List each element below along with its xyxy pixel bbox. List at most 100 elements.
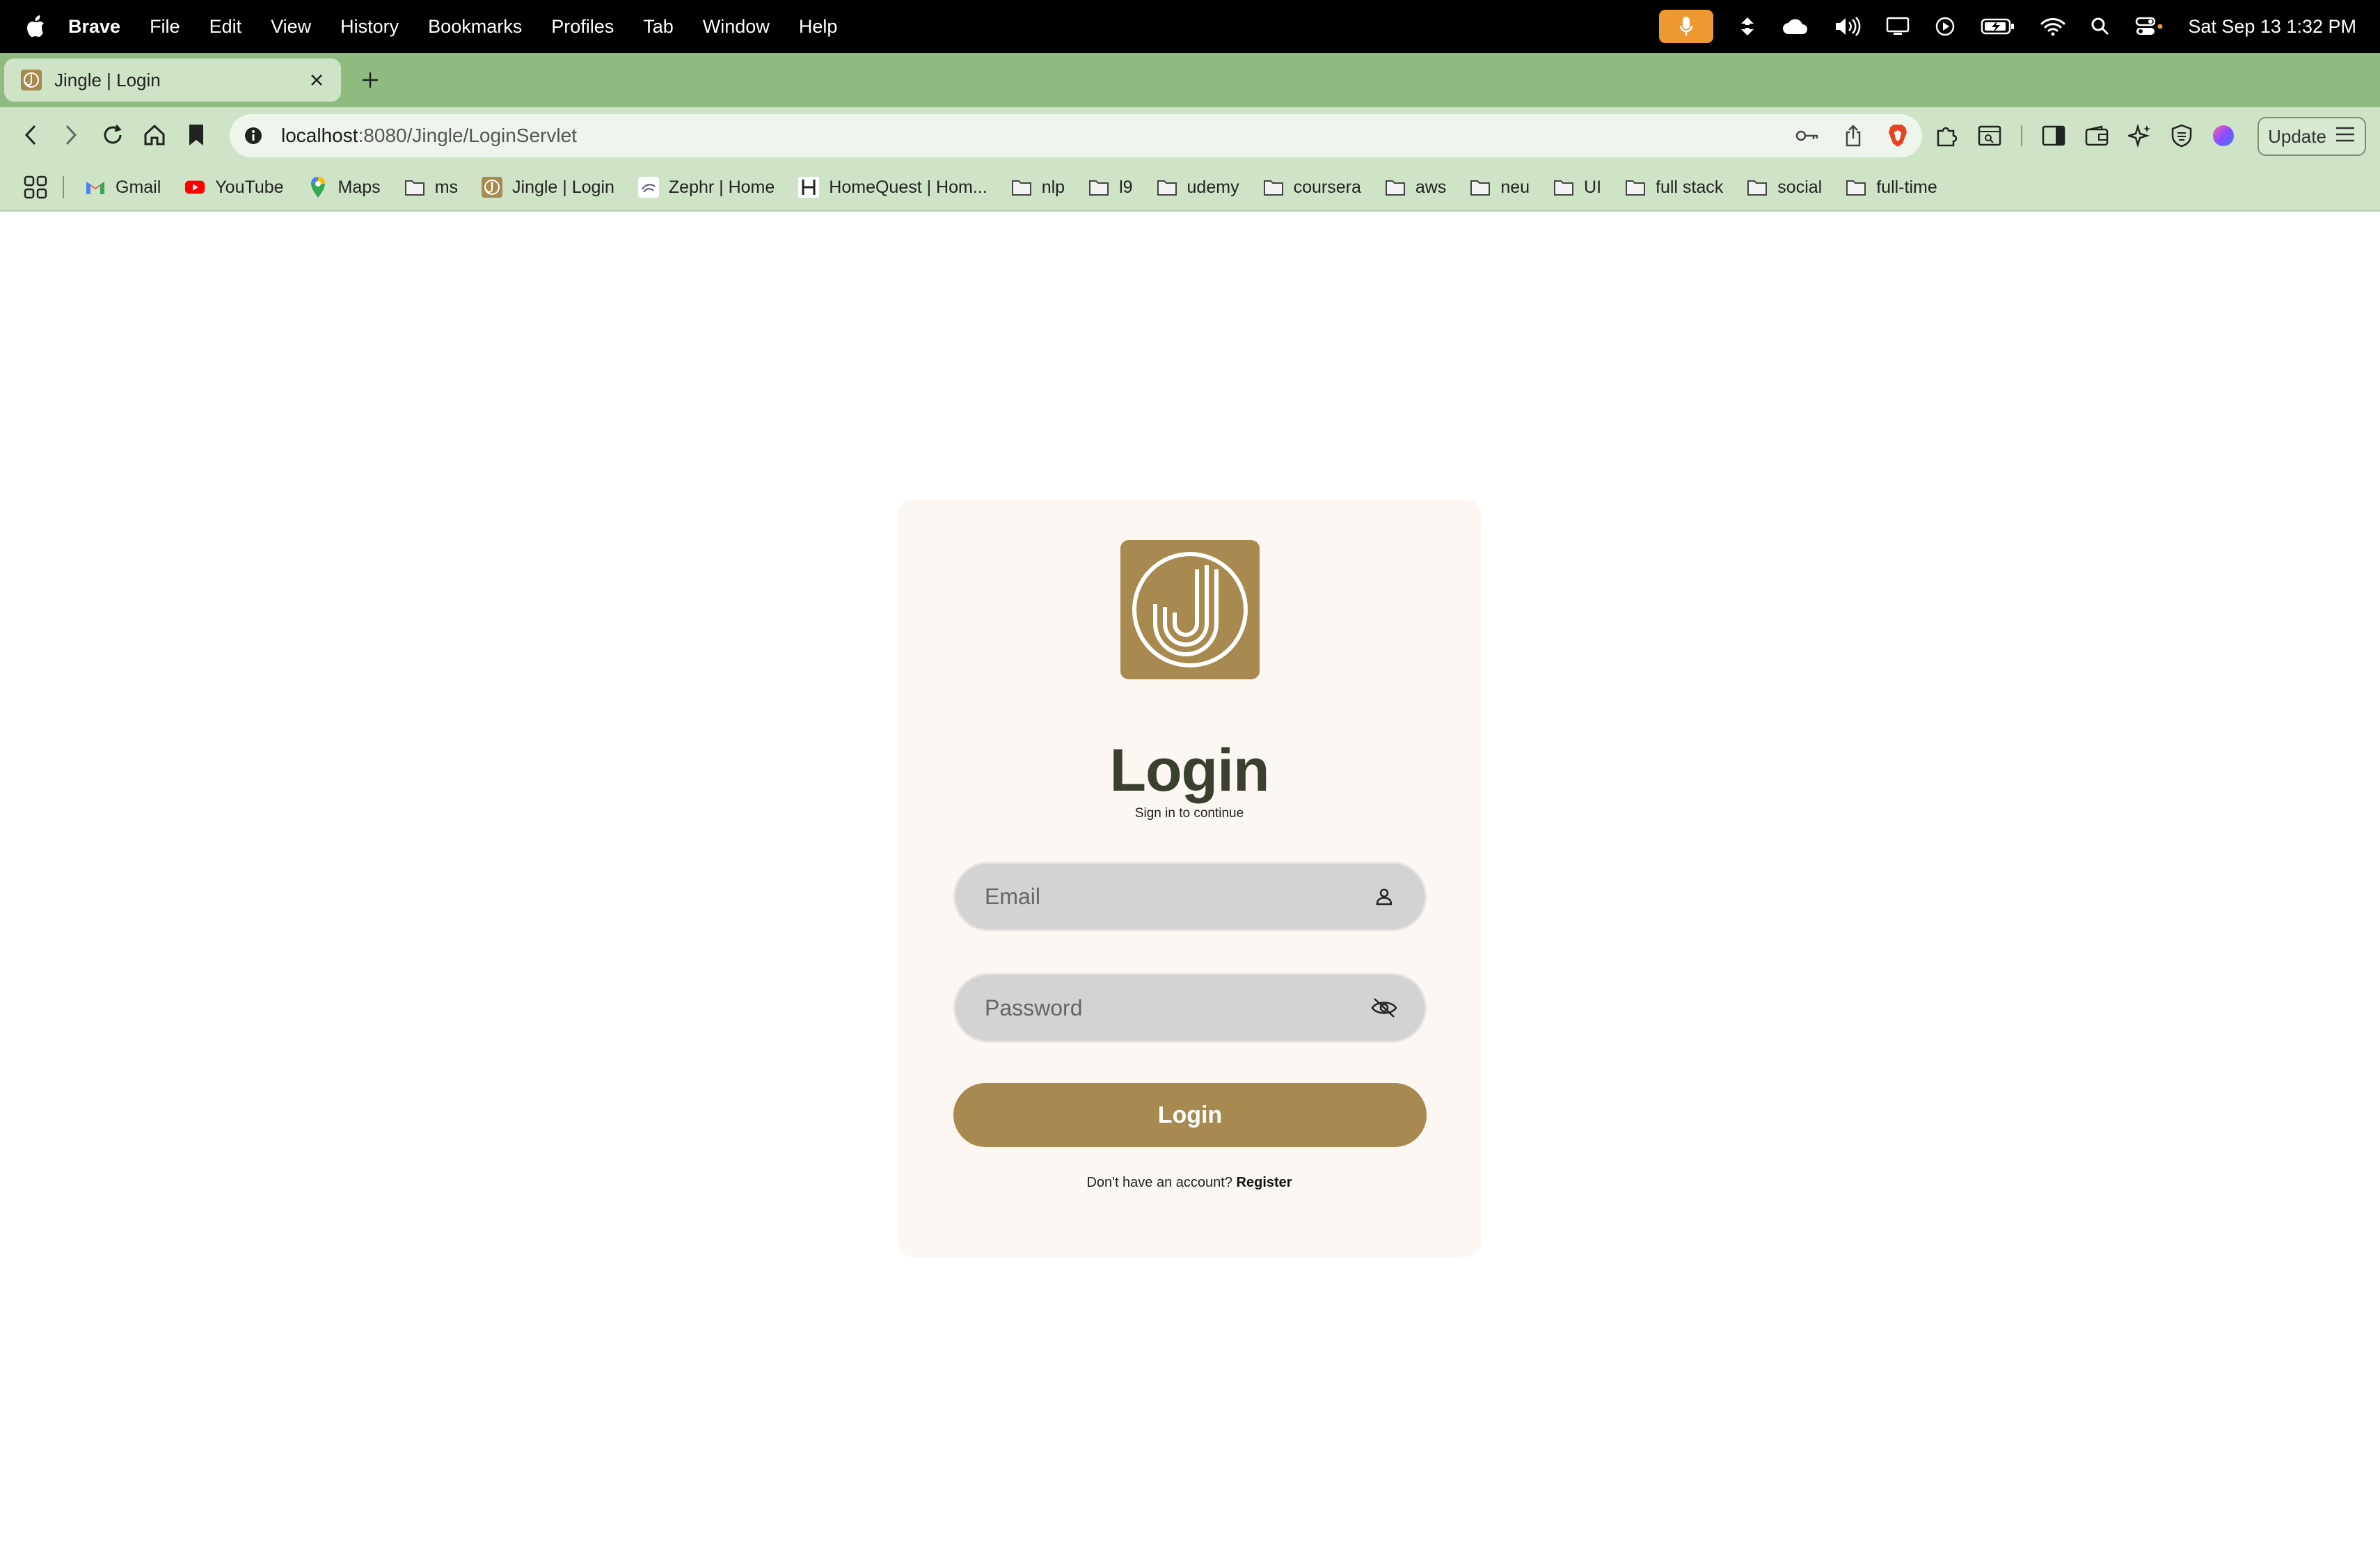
- menu-help[interactable]: Help: [799, 16, 838, 38]
- macos-menu-bar: Brave File Edit View History Bookmarks P…: [0, 0, 2380, 53]
- menu-window[interactable]: Window: [703, 16, 770, 38]
- update-button-label: Update: [2268, 125, 2326, 147]
- bookmark-label: ms: [434, 177, 459, 197]
- email-field: [953, 862, 1427, 931]
- bookmark-folder-full-time[interactable]: full-time: [1846, 177, 1937, 198]
- folder-icon: [1553, 177, 1574, 198]
- bookmark-folder-ms[interactable]: ms: [404, 177, 458, 198]
- bookmark-icon[interactable]: [182, 121, 210, 149]
- menubar-status-area: Sat Sep 13 1:32 PM: [1634, 0, 2356, 53]
- toolbar-divider: [2021, 125, 2022, 146]
- menu-history[interactable]: History: [340, 16, 399, 38]
- folder-icon: [1625, 177, 1646, 198]
- bookmark-zephr[interactable]: Zephr | Home: [637, 177, 775, 198]
- new-tab-plus-icon[interactable]: [359, 69, 381, 91]
- password-input[interactable]: [955, 975, 1370, 1041]
- site-info-icon[interactable]: [244, 126, 263, 145]
- bookmark-label: HomeQuest | Hom...: [829, 177, 987, 197]
- gmail-icon: [85, 177, 106, 198]
- bookmarks-bar: Gmail YouTube Maps ms Jingle | Login Zep…: [0, 164, 2380, 212]
- back-arrow-icon[interactable]: [17, 121, 45, 149]
- sync-icon[interactable]: [1738, 16, 1756, 37]
- eye-slash-icon[interactable]: [1370, 994, 1398, 1022]
- login-button[interactable]: Login: [953, 1083, 1427, 1147]
- menu-profiles[interactable]: Profiles: [551, 16, 614, 38]
- address-bar-actions: [1770, 114, 1908, 157]
- share-icon[interactable]: [1844, 125, 1862, 147]
- bookmark-folder-full-stack[interactable]: full stack: [1625, 177, 1723, 198]
- menu-file[interactable]: File: [150, 16, 180, 38]
- address-bar[interactable]: localhost:8080/Jingle/LoginServlet: [230, 114, 1922, 157]
- bookmark-folder-social[interactable]: social: [1747, 177, 1822, 198]
- page-title: Login: [1109, 737, 1269, 804]
- register-link[interactable]: Register: [1237, 1175, 1292, 1190]
- play-icon[interactable]: [1935, 16, 1955, 37]
- bookmark-label: Jingle | Login: [512, 177, 614, 197]
- leo-ai-sparkle-icon[interactable]: [2128, 124, 2152, 148]
- bookmark-folder-neu[interactable]: neu: [1470, 177, 1530, 198]
- page-viewport: Login Sign in to continue Login Don't ha…: [0, 213, 2380, 1541]
- page-subtitle: Sign in to continue: [1134, 806, 1244, 821]
- search-icon[interactable]: [2091, 17, 2110, 36]
- bookmark-label: coursera: [1293, 177, 1361, 197]
- jingle-favicon-icon: [21, 70, 42, 90]
- volume-icon[interactable]: [1834, 16, 1861, 37]
- forward-arrow-icon[interactable]: [57, 121, 85, 149]
- bookmark-folder-udemy[interactable]: udemy: [1157, 177, 1239, 198]
- reload-icon[interactable]: [99, 121, 127, 149]
- menu-edit[interactable]: Edit: [209, 16, 242, 38]
- bookmark-folder-nlp[interactable]: nlp: [1011, 177, 1065, 198]
- bookmark-homequest[interactable]: HomeQuest | Hom...: [798, 177, 987, 198]
- folder-icon: [1846, 177, 1866, 198]
- bookmark-folder-aws[interactable]: aws: [1385, 177, 1446, 198]
- menubar-clock[interactable]: Sat Sep 13 1:32 PM: [2188, 16, 2356, 38]
- tab-jingle-login[interactable]: Jingle | Login: [4, 58, 341, 102]
- bookmark-folder-ui[interactable]: UI: [1553, 177, 1601, 198]
- wifi-icon[interactable]: [2040, 17, 2065, 36]
- folder-icon: [404, 177, 425, 198]
- extension-icons: [1935, 121, 2255, 150]
- user-icon: [1370, 883, 1398, 910]
- key-icon[interactable]: [1795, 129, 1819, 143]
- update-button[interactable]: Update: [2258, 117, 2366, 156]
- app-menu-brave[interactable]: Brave: [68, 16, 120, 38]
- sidebar-toggle-icon[interactable]: [2042, 125, 2065, 146]
- display-icon[interactable]: [1886, 17, 1910, 36]
- profile-avatar-icon[interactable]: [2212, 124, 2235, 148]
- apps-grid-icon[interactable]: [24, 175, 47, 199]
- bookmark-label: neu: [1500, 177, 1530, 197]
- bookmark-label: Zephr | Home: [668, 177, 775, 197]
- reader-mode-icon[interactable]: [1978, 125, 2001, 146]
- bookmark-label: YouTube: [215, 177, 284, 197]
- control-center-icon[interactable]: [2135, 17, 2163, 36]
- brave-shields-icon[interactable]: [1887, 124, 1908, 148]
- bookmark-maps[interactable]: Maps: [308, 177, 381, 198]
- bookmark-folder-l9[interactable]: l9: [1088, 177, 1133, 198]
- cloud-icon[interactable]: [1782, 17, 1809, 35]
- menu-bookmarks[interactable]: Bookmarks: [428, 16, 522, 38]
- battery-icon[interactable]: [1981, 17, 2015, 35]
- bookmark-label: full stack: [1656, 177, 1724, 197]
- jingle-icon: [482, 177, 503, 198]
- close-icon[interactable]: [306, 70, 327, 90]
- bookmark-label: nlp: [1041, 177, 1065, 197]
- jingle-logo: [1120, 540, 1260, 679]
- zephr-icon: [637, 177, 659, 198]
- apple-icon[interactable]: [26, 15, 47, 38]
- login-card: Login Sign in to continue Login Don't ha…: [898, 500, 1481, 1257]
- menu-tab[interactable]: Tab: [643, 16, 674, 38]
- vpn-shield-icon[interactable]: [2171, 124, 2192, 148]
- bookmark-gmail[interactable]: Gmail: [85, 177, 161, 198]
- extensions-puzzle-icon[interactable]: [1935, 124, 1958, 148]
- home-icon[interactable]: [141, 121, 168, 149]
- email-input[interactable]: [955, 864, 1370, 929]
- microphone-icon[interactable]: [1659, 10, 1714, 43]
- bookmarks-divider: [63, 176, 64, 198]
- menu-view[interactable]: View: [271, 16, 311, 38]
- wallet-icon[interactable]: [2085, 125, 2109, 146]
- bookmark-folder-coursera[interactable]: coursera: [1263, 177, 1361, 198]
- folder-icon: [1747, 177, 1768, 198]
- bookmark-jingle-login[interactable]: Jingle | Login: [482, 177, 614, 198]
- bookmark-youtube[interactable]: YouTube: [184, 177, 284, 198]
- folder-icon: [1385, 177, 1406, 198]
